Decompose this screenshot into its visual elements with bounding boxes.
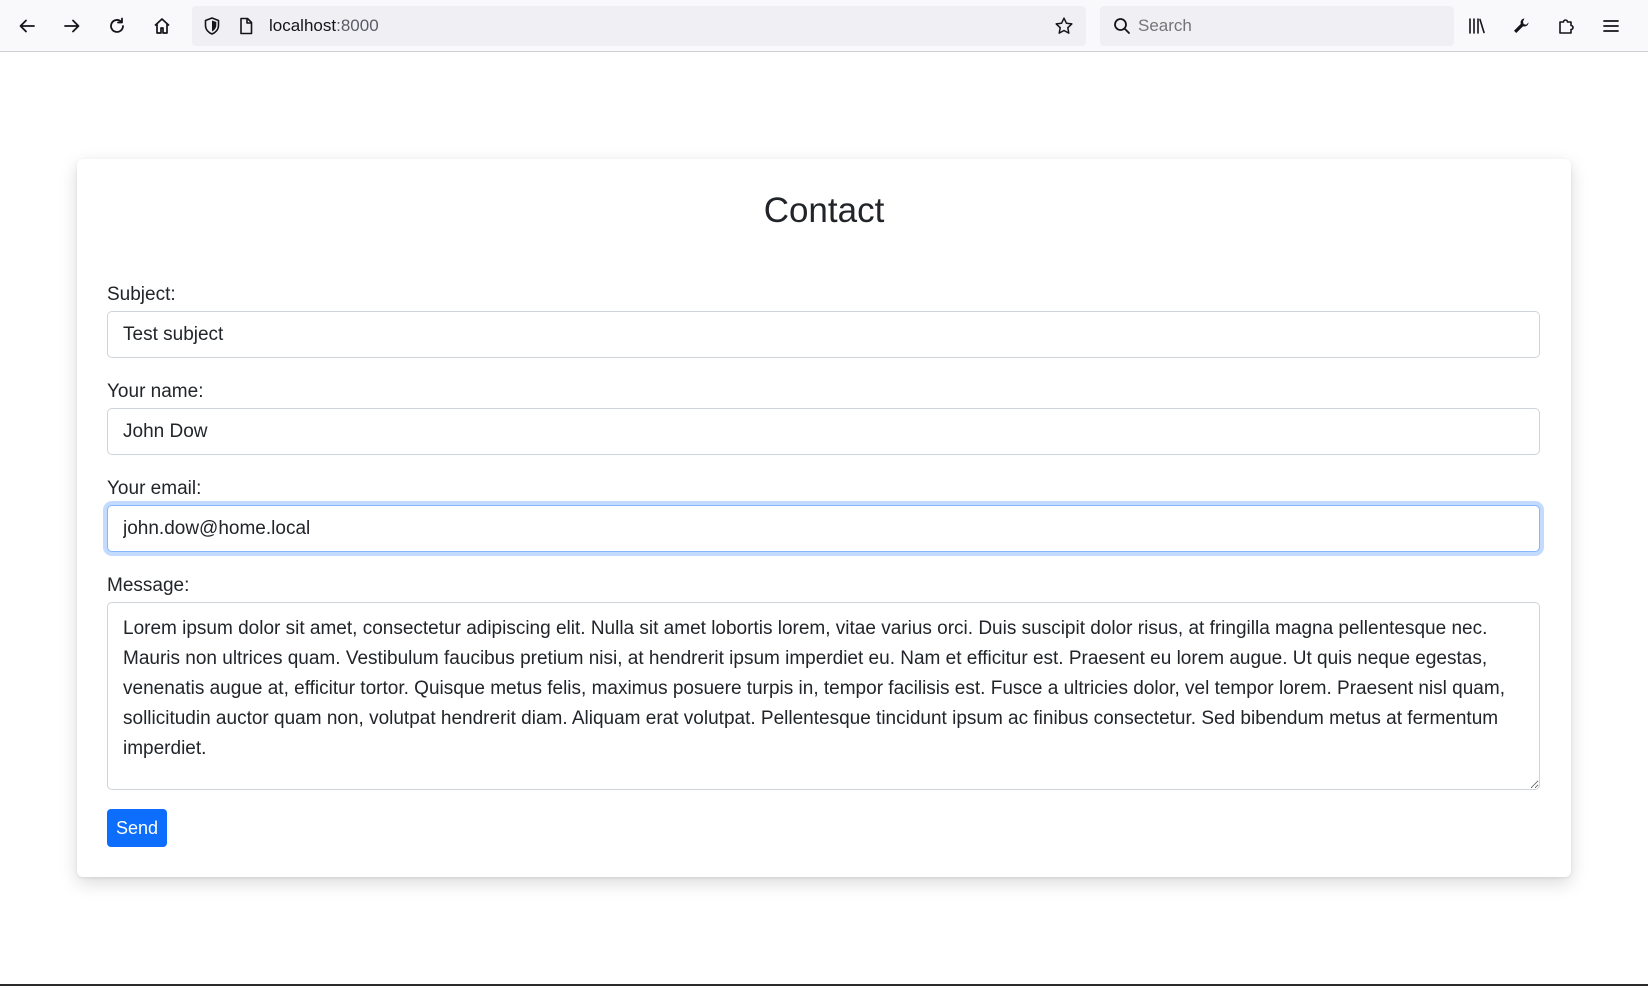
message-label: Message: (107, 575, 190, 596)
message-field[interactable]: Lorem ipsum dolor sit amet, consectetur … (107, 602, 1540, 790)
page-icon[interactable] (236, 16, 256, 36)
url-port: :8000 (336, 16, 379, 35)
search-icon (1114, 18, 1130, 34)
browser-toolbar: localhost:8000 (0, 0, 1648, 52)
shield-icon[interactable] (202, 16, 222, 36)
library-button[interactable] (1459, 9, 1493, 43)
search-bar[interactable] (1100, 6, 1454, 46)
puzzle-icon (1559, 19, 1574, 34)
search-input[interactable] (1138, 16, 1428, 36)
name-field[interactable] (107, 408, 1540, 455)
extensions-button[interactable] (1549, 9, 1583, 43)
arrow-right-icon (64, 19, 80, 33)
arrow-left-icon (19, 19, 35, 33)
url-bar[interactable]: localhost:8000 (192, 6, 1086, 46)
email-field[interactable] (107, 505, 1540, 552)
page-title: Contact (763, 191, 885, 230)
contact-card: Contact Subject: Your name: Your email: … (77, 159, 1571, 877)
library-icon (1469, 18, 1485, 34)
forward-button[interactable] (55, 9, 89, 43)
subject-field[interactable] (107, 311, 1540, 358)
hamburger-menu-icon (1603, 20, 1619, 32)
home-icon (154, 18, 170, 34)
url-text[interactable]: localhost:8000 (269, 16, 379, 36)
send-button[interactable]: Send (107, 809, 167, 847)
reload-button[interactable] (100, 9, 134, 43)
url-host: localhost (269, 16, 337, 35)
back-button[interactable] (10, 9, 44, 43)
reload-icon (110, 17, 124, 33)
home-button[interactable] (145, 9, 179, 43)
customize-button[interactable] (1504, 9, 1538, 43)
star-icon[interactable] (1054, 16, 1074, 36)
email-label: Your email: (107, 478, 202, 499)
wrench-icon (1514, 18, 1529, 33)
name-label: Your name: (107, 381, 204, 402)
menu-button[interactable] (1594, 9, 1628, 43)
subject-label: Subject: (107, 284, 176, 305)
